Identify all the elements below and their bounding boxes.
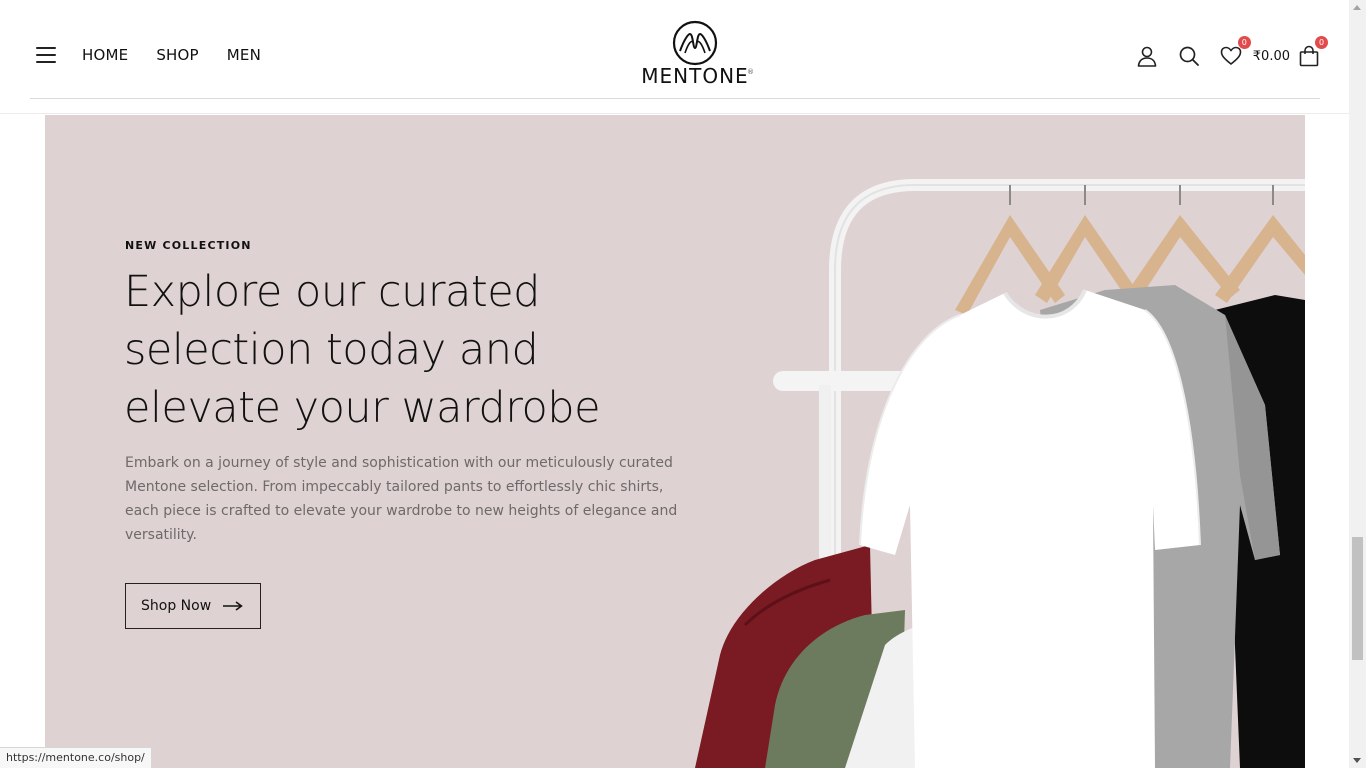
cart-total[interactable]: ₹0.00: [1253, 49, 1290, 64]
header-bar: HOME SHOP MEN MENTONE ® 0 ₹0.00 0: [30, 0, 1328, 99]
cart-button[interactable]: 0: [1298, 36, 1328, 68]
hero-headline: Explore our curated selection today and …: [124, 267, 601, 433]
browser-status-url: https://mentone.co/shop/: [0, 747, 152, 768]
hero-eyebrow: NEW COLLECTION: [125, 239, 252, 252]
logo-text: MENTONE: [641, 64, 749, 88]
site-header: HOME SHOP MEN MENTONE ® 0 ₹0.00 0: [0, 0, 1349, 114]
scroll-down-arrow-icon[interactable]: [1353, 758, 1361, 763]
search-icon[interactable]: [1177, 44, 1201, 68]
arrow-right-icon: [223, 601, 243, 611]
nav-shop[interactable]: SHOP: [156, 46, 198, 64]
wishlist-count-badge: 0: [1237, 36, 1251, 49]
logo-registered-mark: ®: [747, 68, 755, 76]
clothing-rack-image: [695, 179, 1305, 768]
nav-men[interactable]: MEN: [227, 46, 261, 64]
mentone-logo-icon: [672, 20, 718, 66]
page-scrollbar[interactable]: [1349, 0, 1366, 768]
header-actions: 0 ₹0.00 0: [1135, 36, 1328, 72]
hero-banner: NEW COLLECTION Explore our curated selec…: [45, 115, 1305, 768]
scrollbar-thumb[interactable]: [1352, 537, 1363, 660]
hamburger-icon[interactable]: [36, 47, 56, 63]
shop-now-button[interactable]: Shop Now: [125, 583, 261, 629]
shop-now-label: Shop Now: [141, 598, 212, 614]
user-icon[interactable]: [1135, 44, 1159, 68]
site-logo[interactable]: MENTONE ®: [633, 20, 757, 96]
nav-home[interactable]: HOME: [82, 46, 128, 64]
heart-icon: [1220, 46, 1242, 65]
shopping-bag-icon: [1299, 45, 1319, 67]
wishlist-button[interactable]: 0: [1219, 36, 1251, 68]
main-nav: HOME SHOP MEN: [82, 46, 261, 64]
scroll-up-arrow-icon[interactable]: [1353, 5, 1361, 10]
hero-description: Embark on a journey of style and sophist…: [125, 455, 678, 543]
cart-count-badge: 0: [1315, 36, 1328, 49]
